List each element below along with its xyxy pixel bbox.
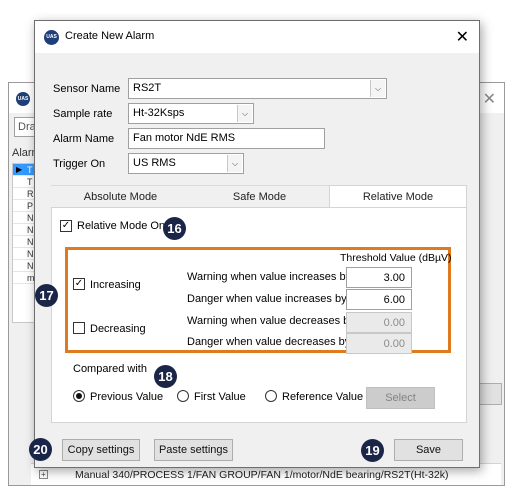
sample-rate-select[interactable]: Ht-32Ksps ⌵ (128, 103, 254, 124)
callout-badge-16: 16 (163, 217, 186, 240)
tab-relative-mode[interactable]: Relative Mode (329, 185, 467, 208)
chevron-down-icon[interactable]: ⌵ (227, 155, 242, 172)
save-button[interactable]: Save (394, 439, 463, 461)
relative-mode-checkbox[interactable]: ✓ (60, 220, 72, 232)
warning-decrease-label: Warning when value decreases by (187, 315, 355, 327)
warning-decrease-input[interactable]: 0.00 (346, 312, 412, 333)
danger-decrease-label: Danger when value decreases by (187, 336, 351, 348)
sensor-name-value: RS2T (133, 82, 162, 94)
danger-increase-label: Danger when value increases by (187, 293, 347, 305)
radio-reference-value[interactable] (265, 390, 277, 402)
increasing-label: Increasing (90, 279, 141, 291)
danger-increase-input[interactable]: 6.00 (346, 289, 412, 310)
decreasing-checkbox[interactable] (73, 322, 85, 334)
callout-badge-17: 17 (35, 284, 58, 307)
radio-first-value[interactable] (177, 390, 189, 402)
sensor-name-label: Sensor Name (53, 83, 121, 95)
relative-mode-on-label: Relative Mode On (77, 220, 166, 232)
dialog-title: Create New Alarm (65, 30, 155, 42)
alarm-name-label: Alarm Name (53, 133, 115, 145)
threshold-header: Threshold Value (dBµV) (340, 252, 452, 264)
trigger-on-select[interactable]: US RMS ⌵ (128, 153, 244, 174)
app-logo-icon: UAS (44, 30, 59, 45)
warning-increase-input[interactable]: 3.00 (346, 267, 412, 288)
trigger-on-value: US RMS (133, 157, 176, 169)
chevron-down-icon[interactable]: ⌵ (370, 80, 385, 97)
sensor-name-select[interactable]: RS2T ⌵ (128, 78, 387, 99)
callout-badge-20: 20 (29, 438, 52, 461)
chevron-down-icon[interactable]: ⌵ (237, 105, 252, 122)
radio-previous-value[interactable] (73, 390, 85, 402)
copy-settings-button[interactable]: Copy settings (62, 439, 140, 461)
callout-badge-19: 19 (361, 439, 384, 462)
compared-with-label: Compared with (73, 363, 147, 375)
app-logo-icon: UAS (16, 92, 30, 106)
background-side-button[interactable] (478, 383, 502, 405)
warning-increase-label: Warning when value increases by (187, 271, 352, 283)
row-pointer-icon: ▶ (16, 165, 23, 174)
increasing-checkbox[interactable]: ✓ (73, 278, 85, 290)
reference-value-label: Reference Value (282, 391, 364, 403)
sample-rate-label: Sample rate (53, 108, 113, 120)
tree-path-label: Manual 340/PROCESS 1/FAN GROUP/FAN 1/mot… (75, 469, 449, 481)
tab-safe-mode[interactable]: Safe Mode (190, 185, 329, 207)
danger-decrease-input[interactable]: 0.00 (346, 333, 412, 354)
sample-rate-value: Ht-32Ksps (133, 107, 185, 119)
dialog-titlebar: UAS Create New Alarm ✕ (35, 21, 479, 53)
previous-value-label: Previous Value (90, 391, 164, 403)
checkmark-icon: ✓ (61, 220, 71, 231)
callout-badge-18: 18 (154, 365, 177, 388)
paste-settings-button[interactable]: Paste settings (154, 439, 233, 461)
select-button[interactable]: Select (366, 387, 435, 409)
first-value-label: First Value (194, 391, 246, 403)
close-icon[interactable]: ✕ (483, 89, 496, 109)
checkmark-icon: ✓ (74, 278, 84, 289)
create-alarm-dialog: UAS Create New Alarm ✕ Sensor Name RS2T … (29, 20, 480, 468)
decreasing-label: Decreasing (90, 323, 146, 335)
close-icon[interactable]: ✕ (456, 27, 469, 47)
tab-absolute-mode[interactable]: Absolute Mode (51, 185, 190, 207)
alarm-name-input[interactable]: Fan motor NdE RMS (128, 128, 325, 149)
expand-icon[interactable]: + (39, 470, 48, 479)
trigger-on-label: Trigger On (53, 158, 106, 170)
